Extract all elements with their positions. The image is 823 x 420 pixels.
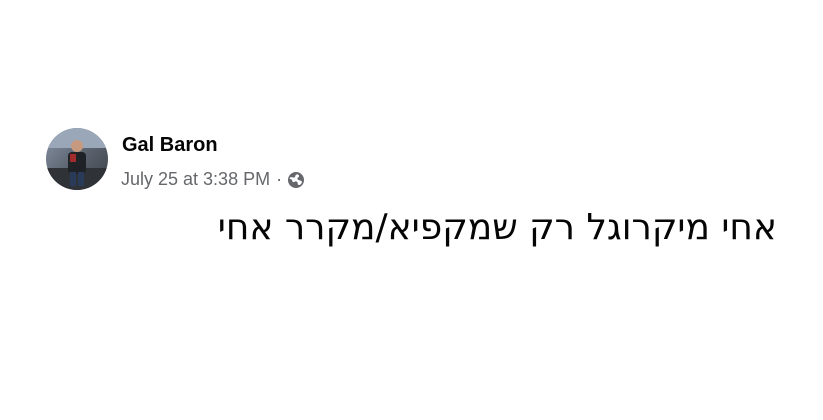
meta-separator: · — [276, 169, 283, 189]
author-avatar[interactable] — [46, 128, 108, 190]
post-meta: July 25 at 3:38 PM · — [121, 169, 305, 190]
post-card: Gal Baron July 25 at 3:38 PM · אחי מיקרו… — [0, 0, 823, 420]
post-timestamp[interactable]: July 25 at 3:38 PM — [121, 169, 270, 190]
globe-icon[interactable] — [287, 171, 305, 189]
post-message: אחי מיקרוגל רק שמקפיא/מקרר אחי — [217, 207, 777, 248]
profile-photo-icon — [46, 128, 108, 190]
author-name[interactable]: Gal Baron — [122, 134, 218, 157]
